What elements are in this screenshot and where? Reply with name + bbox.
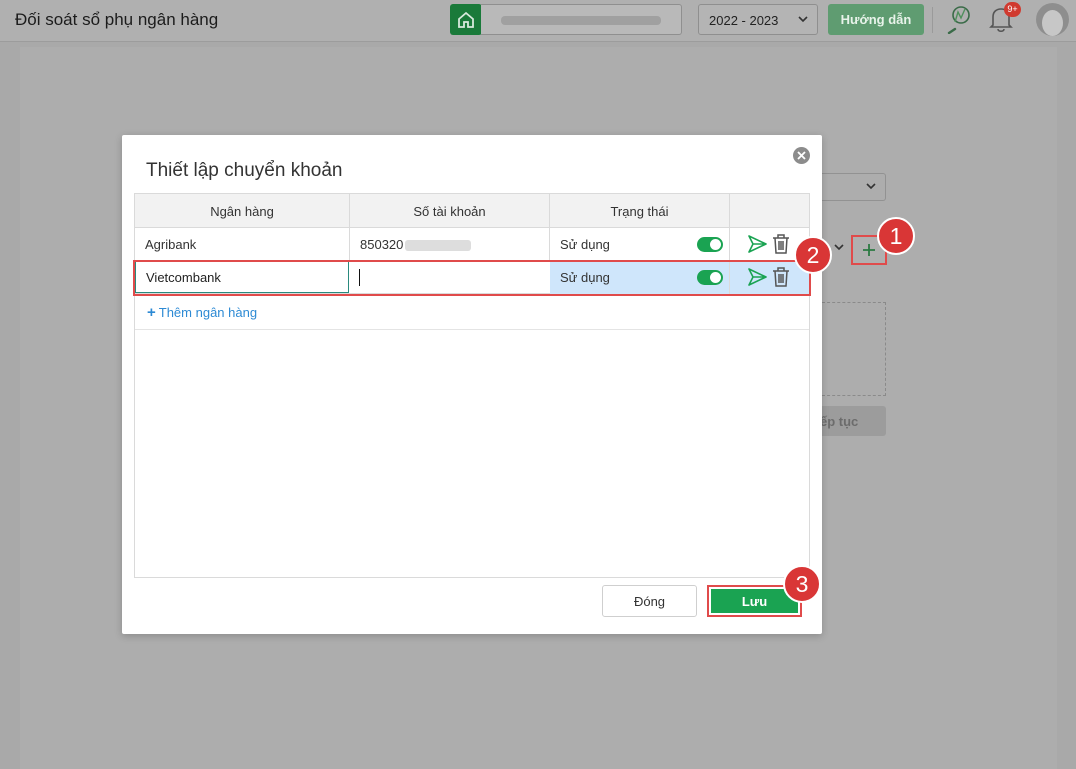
divider	[932, 7, 933, 33]
annotation-step-2: 2	[794, 236, 832, 274]
divider	[135, 329, 809, 330]
fiscal-year-value: 2022 - 2023	[709, 13, 779, 28]
column-header-account: Số tài khoản	[350, 194, 550, 228]
send-icon[interactable]	[748, 268, 767, 286]
account-number-input[interactable]	[350, 261, 549, 293]
account-cell[interactable]: 850320	[350, 228, 550, 261]
dialog-title: Thiết lập chuyển khoản	[146, 160, 343, 181]
chevron-down-icon	[866, 183, 876, 190]
status-toggle[interactable]	[697, 237, 723, 252]
company-selector[interactable]	[481, 4, 682, 35]
plus-icon	[863, 244, 875, 256]
background-dropzone	[822, 302, 886, 396]
toggle-knob	[710, 239, 721, 250]
table-row[interactable]: Agribank 850320 Sử dụng	[135, 228, 809, 261]
column-header-bank: Ngân hàng	[135, 194, 350, 228]
bank-cell[interactable]: Agribank	[135, 228, 350, 261]
top-bar: Đối soát sổ phụ ngân hàng 2022 - 2023 Hư…	[0, 0, 1076, 42]
notification-badge: 9+	[1004, 2, 1021, 17]
fiscal-year-select[interactable]: 2022 - 2023	[698, 4, 818, 35]
toggle-knob	[710, 272, 721, 283]
account-number: 850320	[360, 237, 404, 252]
annotation-step-3: 3	[783, 565, 821, 603]
status-label: Sử dụng	[560, 270, 610, 285]
close-dialog-button[interactable]	[793, 147, 810, 164]
trash-icon[interactable]	[772, 267, 790, 287]
text-caret	[359, 269, 360, 286]
guide-button[interactable]: Hướng dẫn	[828, 4, 924, 35]
status-cell[interactable]: Sử dụng	[550, 261, 730, 294]
trash-icon[interactable]	[772, 234, 790, 254]
transfer-setup-dialog: Thiết lập chuyển khoản Ngân hàng Số tài …	[122, 135, 822, 634]
add-bank-link[interactable]: + Thêm ngân hàng	[147, 304, 257, 321]
add-bank-label: Thêm ngân hàng	[158, 305, 258, 320]
bank-name-input[interactable]: Vietcombank	[135, 261, 349, 293]
column-header-actions	[730, 194, 809, 228]
chevron-down-icon	[798, 16, 808, 23]
home-button[interactable]	[450, 4, 482, 35]
grid-header: Ngân hàng Số tài khoản Trạng thái	[135, 194, 809, 228]
close-button[interactable]: Đóng	[602, 585, 697, 617]
bank-grid: Ngân hàng Số tài khoản Trạng thái Agriba…	[133, 193, 811, 578]
send-icon[interactable]	[748, 235, 767, 253]
table-row[interactable]: Vietcombank Sử dụng	[135, 261, 809, 294]
search-chart-icon[interactable]	[943, 4, 973, 34]
page-title: Đối soát sổ phụ ngân hàng	[15, 10, 219, 29]
home-icon	[458, 11, 474, 28]
annotation-step-1: 1	[877, 217, 915, 255]
avatar[interactable]	[1036, 3, 1069, 36]
status-toggle[interactable]	[697, 270, 723, 285]
close-icon	[797, 151, 806, 160]
status-cell[interactable]: Sử dụng	[550, 228, 730, 261]
status-label: Sử dụng	[560, 237, 610, 252]
avatar-silhouette	[1042, 9, 1063, 36]
background-select	[822, 173, 886, 201]
account-number-blurred	[405, 240, 472, 252]
column-header-status: Trạng thái	[550, 194, 730, 228]
company-name-blurred	[501, 16, 661, 25]
chevron-down-icon	[834, 244, 844, 251]
plus-icon: +	[147, 304, 156, 321]
